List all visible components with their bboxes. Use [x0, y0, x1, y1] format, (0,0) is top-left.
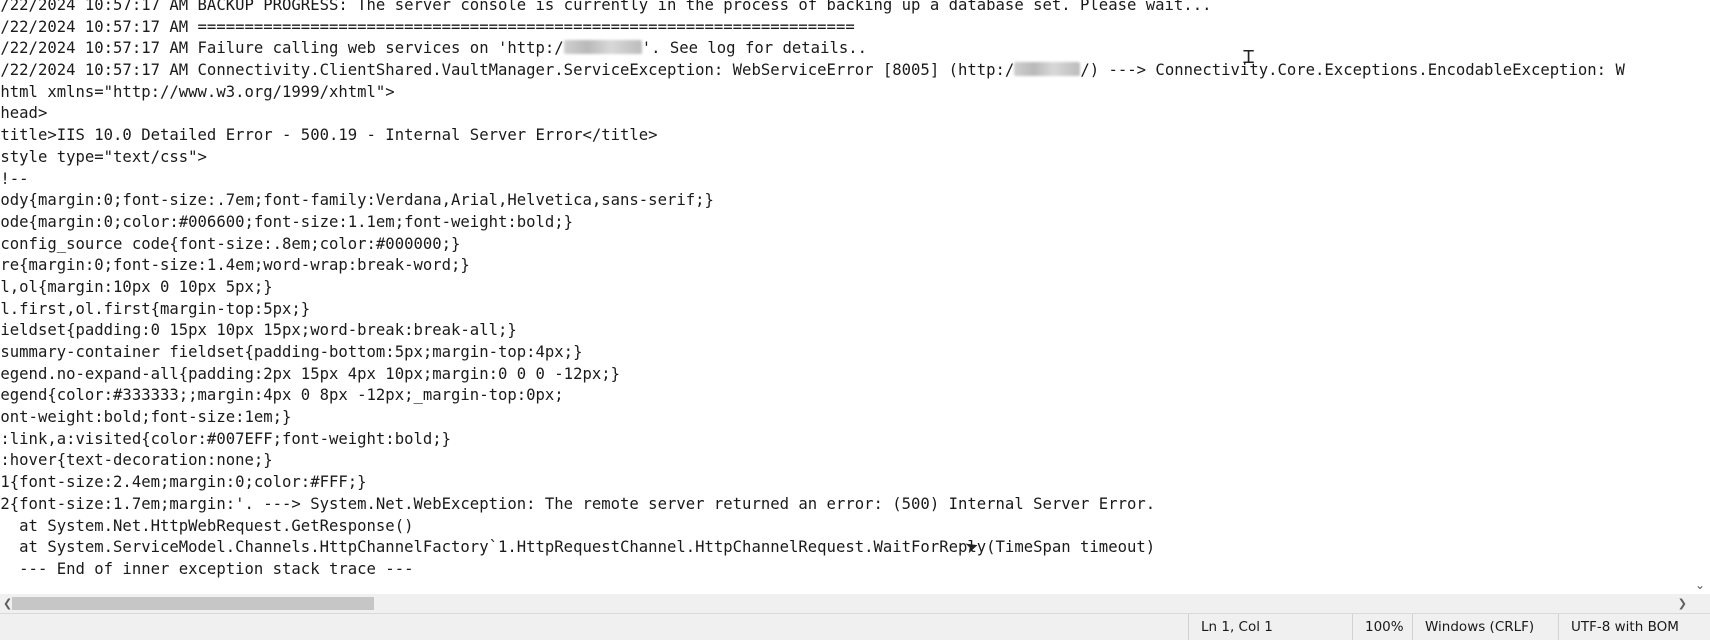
redacted-text	[563, 40, 642, 55]
text-segment: a:link,a:visited{color:#007EFF;font-weig…	[0, 429, 452, 448]
text-segment: code{margin:0;color:#006600;font-size:1.…	[0, 212, 574, 231]
i-beam-cursor-icon: Ꮖ	[1243, 47, 1255, 68]
text-line[interactable]: legend{color:#333333;;margin:4px 0 8px -…	[0, 385, 1625, 407]
text-segment: .config_source code{font-size:.8em;color…	[0, 234, 461, 253]
text-line[interactable]: fieldset{padding:0 15px 10px 15px;word-b…	[0, 320, 1625, 342]
text-segment: h1{font-size:2.4em;margin:0;color:#FFF;}	[0, 473, 367, 492]
chevron-down-icon[interactable]: ⌄	[1695, 578, 1705, 592]
text-segment: at System.Net.HttpWebRequest.GetResponse…	[0, 516, 414, 535]
text-line[interactable]: at System.ServiceModel.Channels.HttpChan…	[0, 537, 1625, 559]
redacted-text	[1014, 62, 1081, 77]
text-line[interactable]: .config_source code{font-size:.8em;color…	[0, 234, 1625, 256]
text-line[interactable]: code{margin:0;color:#006600;font-size:1.…	[0, 212, 1625, 234]
text-line[interactable]: --- End of inner exception stack trace -…	[0, 559, 1625, 581]
text-line[interactable]: h1{font-size:2.4em;margin:0;color:#FFF;}	[0, 472, 1625, 494]
text-line[interactable]: <!--	[0, 169, 1625, 191]
text-segment: <title>IIS 10.0 Detailed Error - 500.19 …	[0, 126, 658, 145]
text-editor-area[interactable]: 7/22/2024 10:57:17 AM BACKUP PROGRESS: T…	[0, 0, 1690, 594]
text-segment: 7/22/2024 10:57:17 AM ==================…	[0, 17, 855, 36]
text-line[interactable]: legend.no-expand-all{padding:2px 15px 4p…	[0, 364, 1625, 386]
text-segment: 7/22/2024 10:57:17 AM Failure calling we…	[0, 39, 564, 58]
cursor-position[interactable]: Ln 1, Col 1	[1188, 614, 1352, 640]
text-segment: font-weight:bold;font-size:1em;}	[0, 408, 292, 427]
file-encoding[interactable]: UTF-8 with BOM	[1558, 614, 1710, 640]
line-ending[interactable]: Windows (CRLF)	[1412, 614, 1558, 640]
text-segment: a:hover{text-decoration:none;}	[0, 451, 273, 470]
text-line[interactable]: <style type="text/css">	[0, 147, 1625, 169]
horizontal-scroll-thumb[interactable]	[12, 597, 374, 610]
text-line[interactable]: a:link,a:visited{color:#007EFF;font-weig…	[0, 429, 1625, 451]
horizontal-scrollbar[interactable]: ❮ ❯	[0, 594, 1690, 613]
text-segment: body{margin:0;font-size:.7em;font-family…	[0, 191, 714, 210]
text-line[interactable]: at System.Net.HttpWebRequest.GetResponse…	[0, 516, 1625, 538]
text-segment: ul.first,ol.first{margin-top:5px;}	[0, 299, 311, 318]
text-segment: legend{color:#333333;;margin:4px 0 8px -…	[0, 386, 564, 405]
editor-text-lines[interactable]: 7/22/2024 10:57:17 AM BACKUP PROGRESS: T…	[0, 0, 1625, 581]
text-line[interactable]: ul,ol{margin:10px 0 10px 5px;}	[0, 277, 1625, 299]
text-line[interactable]: h2{font-size:1.7em;margin:'. ---> System…	[0, 494, 1625, 516]
text-segment: <head>	[0, 104, 48, 123]
text-line[interactable]: <html xmlns="http://www.w3.org/1999/xhtm…	[0, 82, 1625, 104]
text-line[interactable]: <title>IIS 10.0 Detailed Error - 500.19 …	[0, 125, 1625, 147]
chevron-right-icon[interactable]: ❯	[1678, 594, 1687, 613]
text-line[interactable]: ul.first,ol.first{margin-top:5px;}	[0, 299, 1625, 321]
text-line[interactable]: 7/22/2024 10:57:17 AM Connectivity.Clien…	[0, 60, 1625, 82]
scrollbar-corner	[1690, 594, 1710, 613]
text-segment: pre{margin:0;font-size:1.4em;word-wrap:b…	[0, 256, 470, 275]
status-bar: Ln 1, Col 1 100% Windows (CRLF) UTF-8 wi…	[0, 613, 1710, 640]
text-segment: legend.no-expand-all{padding:2px 15px 4p…	[0, 364, 621, 383]
vertical-scrollbar[interactable]: ⌄	[1690, 0, 1710, 594]
zoom-level[interactable]: 100%	[1352, 614, 1412, 640]
text-segment: ul,ol{margin:10px 0 10px 5px;}	[0, 277, 273, 296]
text-line[interactable]: a:hover{text-decoration:none;}	[0, 450, 1625, 472]
text-line[interactable]: pre{margin:0;font-size:1.4em;word-wrap:b…	[0, 255, 1625, 277]
text-segment: fieldset{padding:0 15px 10px 15px;word-b…	[0, 321, 517, 340]
text-segment: <html xmlns="http://www.w3.org/1999/xhtm…	[0, 82, 395, 101]
text-segment: h2{font-size:1.7em;margin:'. ---> System…	[0, 494, 1156, 513]
text-segment: .summary-container fieldset{padding-bott…	[0, 343, 583, 361]
text-segment: 7/22/2024 10:57:17 AM Connectivity.Clien…	[0, 61, 1015, 80]
text-segment: 7/22/2024 10:57:17 AM BACKUP PROGRESS: T…	[0, 0, 1212, 14]
text-line[interactable]: font-weight:bold;font-size:1em;}	[0, 407, 1625, 429]
text-line[interactable]: 7/22/2024 10:57:17 AM Failure calling we…	[0, 38, 1625, 60]
chevron-left-icon[interactable]: ❮	[3, 594, 12, 613]
text-segment: '. See log for details..	[641, 39, 868, 58]
text-segment: --- End of inner exception stack trace -…	[0, 559, 414, 578]
text-line[interactable]: 7/22/2024 10:57:17 AM BACKUP PROGRESS: T…	[0, 0, 1625, 17]
text-segment: at System.ServiceModel.Channels.HttpChan…	[0, 538, 1156, 557]
text-segment: /) ---> Connectivity.Core.Exceptions.Enc…	[1080, 61, 1625, 80]
text-line[interactable]: <head>	[0, 103, 1625, 125]
text-segment: <style type="text/css">	[0, 147, 207, 166]
text-segment: <!--	[0, 169, 29, 188]
text-line[interactable]: .summary-container fieldset{padding-bott…	[0, 342, 1625, 364]
text-line[interactable]: body{margin:0;font-size:.7em;font-family…	[0, 190, 1625, 212]
text-line[interactable]: 7/22/2024 10:57:17 AM ==================…	[0, 17, 1625, 39]
